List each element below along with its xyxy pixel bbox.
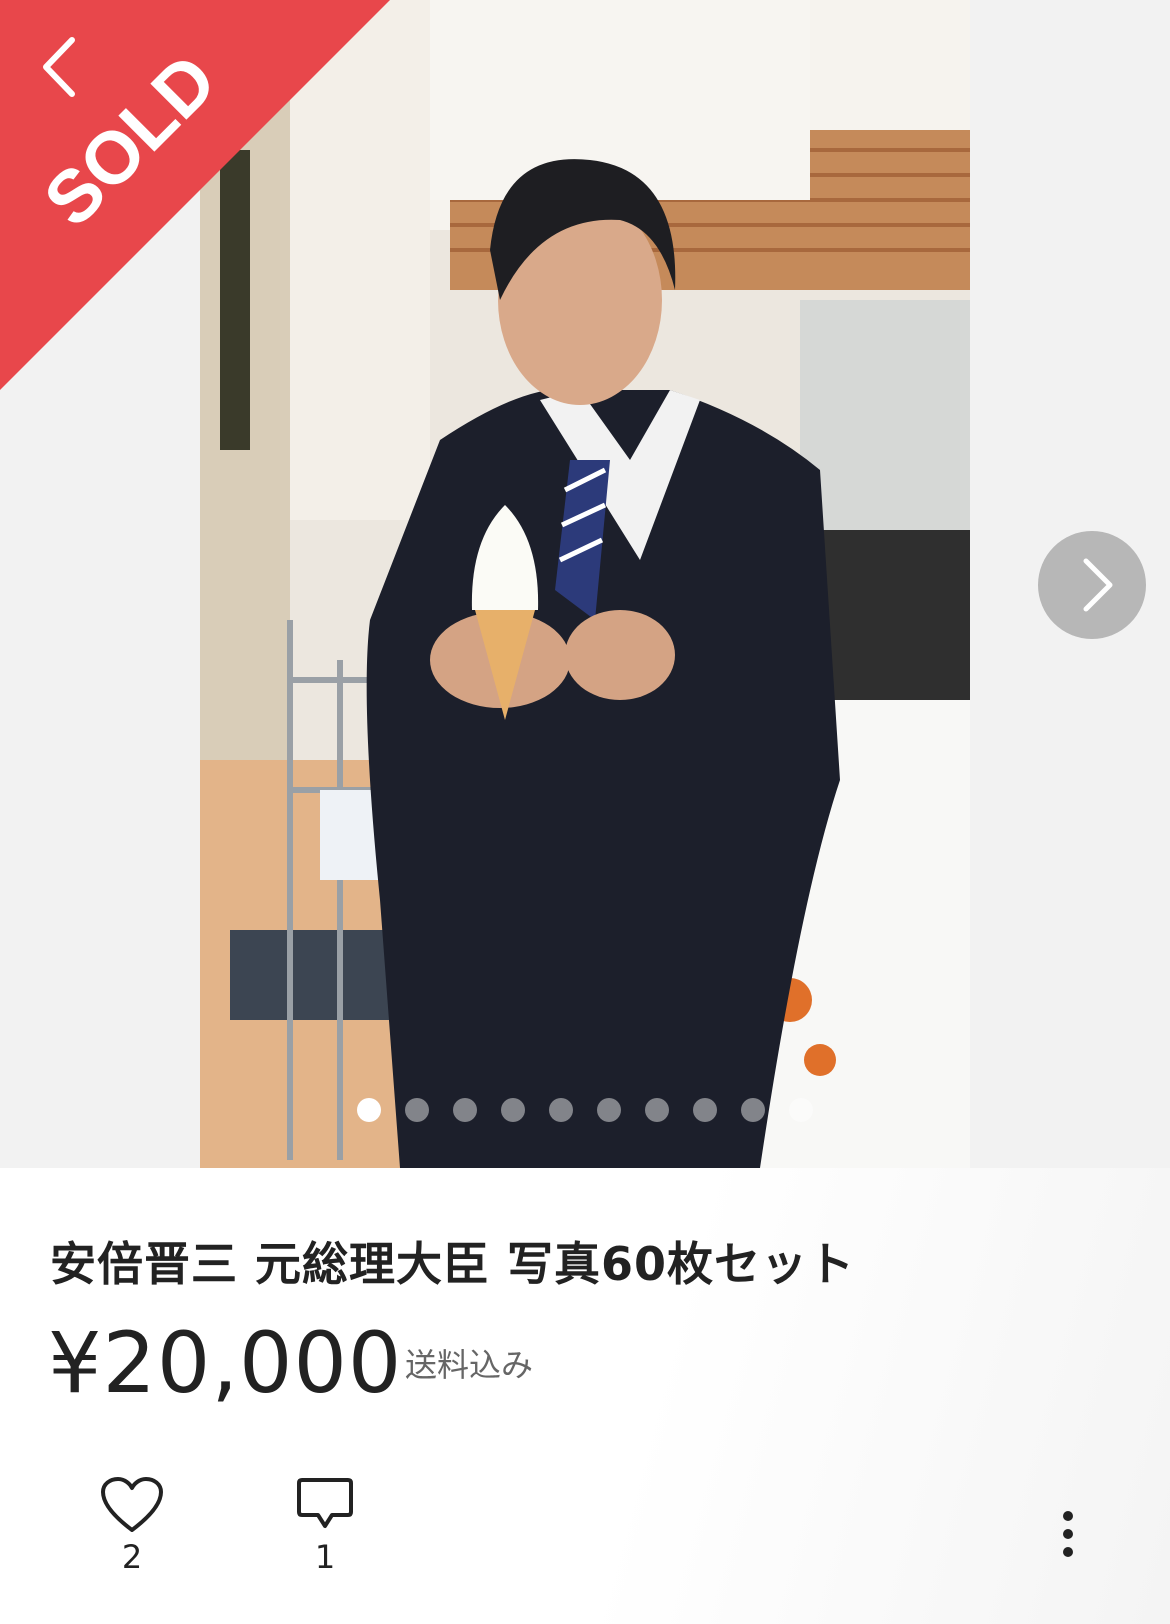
pagination-dot[interactable] [741,1098,765,1122]
pagination-dot[interactable] [693,1098,717,1122]
pagination-dot[interactable] [405,1098,429,1122]
pagination-dot[interactable] [453,1098,477,1122]
like-button[interactable]: 2 [92,1476,172,1576]
back-button[interactable] [28,30,98,100]
item-info: 安倍晋三 元総理大臣 写真60枚セット ¥20,000 送料込み [0,1168,1170,1624]
pagination-dot[interactable] [501,1098,525,1122]
shipping-note: 送料込み [405,1346,534,1384]
comment-icon [297,1478,353,1528]
chevron-right-icon [1083,558,1113,612]
chevron-left-icon [43,37,75,97]
item-title: 安倍晋三 元総理大臣 写真60枚セット [50,1237,856,1291]
pagination-dot[interactable] [789,1098,813,1122]
item-price: ¥20,000 [48,1314,403,1412]
next-image-button[interactable] [1038,531,1146,639]
heart-icon [101,1477,163,1532]
pagination-dot[interactable] [357,1098,381,1122]
likes-count: 2 [121,1538,143,1576]
comment-button[interactable]: 1 [285,1476,365,1576]
more-options-button[interactable] [1050,1508,1086,1560]
more-vertical-icon [1063,1511,1073,1557]
pagination-dot[interactable] [645,1098,669,1122]
pagination-dot[interactable] [549,1098,573,1122]
product-photo[interactable] [200,0,970,1168]
image-pagination [357,1098,813,1122]
comments-count: 1 [314,1538,336,1576]
pagination-dot[interactable] [597,1098,621,1122]
image-gallery[interactable]: SOLD [0,0,1170,1168]
